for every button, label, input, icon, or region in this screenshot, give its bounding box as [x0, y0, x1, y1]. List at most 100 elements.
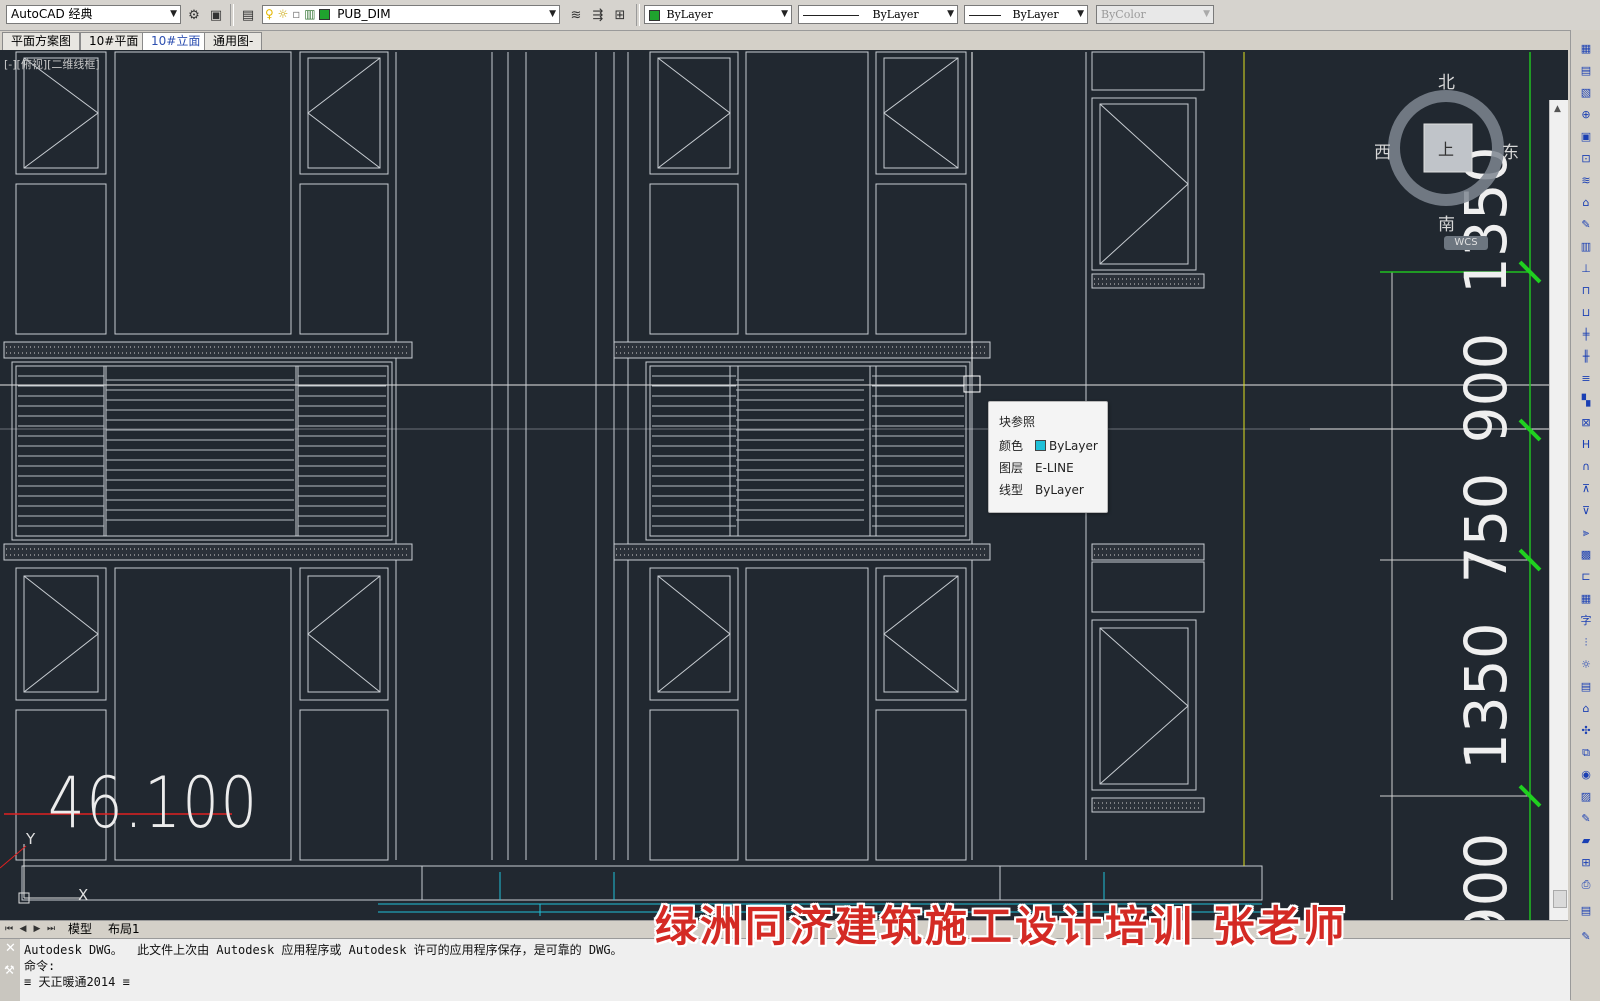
viewcube-top-face[interactable]: 上 — [1438, 136, 1454, 160]
compass-north[interactable]: 北 — [1438, 68, 1455, 93]
workspace-value: AutoCAD 经典 — [11, 7, 93, 21]
tool-icon[interactable]: ⊞ — [1579, 856, 1593, 870]
linetype-sample — [803, 14, 859, 16]
layer-states-icon[interactable]: ⊞ — [610, 5, 630, 25]
tool-icon[interactable]: ▩ — [1579, 548, 1593, 562]
tab-model[interactable]: 模型 — [64, 922, 96, 937]
layer-manager-icon[interactable]: ▤ — [238, 5, 258, 25]
tool-icon[interactable]: ✎ — [1579, 812, 1593, 826]
tool-icon[interactable]: ⊼ — [1579, 482, 1593, 496]
wcs-button[interactable]: WCS — [1444, 236, 1488, 250]
tooltip-key: 线型 — [999, 483, 1024, 497]
vertical-scrollbar[interactable]: ▲ ▼ — [1549, 100, 1568, 920]
tool-icon[interactable]: ⊽ — [1579, 504, 1593, 518]
tool-icon[interactable]: ▤ — [1579, 680, 1593, 694]
tool-icon[interactable]: ╫ — [1579, 350, 1593, 364]
drawing-canvas[interactable]: [-][俯视][二维线框] 46.100 Y X 1350 900 750 13… — [0, 50, 1568, 920]
tool-icon[interactable]: ⊡ — [1579, 152, 1593, 166]
tool-icon[interactable]: ⊏ — [1579, 570, 1593, 584]
tool-icon[interactable]: ▥ — [1579, 240, 1593, 254]
tool-icon[interactable]: ⊕ — [1579, 108, 1593, 122]
tool-icon[interactable]: ⧉ — [1579, 746, 1593, 760]
tool-icon[interactable]: ☼ — [1579, 658, 1593, 672]
sun-icon: ☼ — [277, 7, 289, 21]
wrench-icon[interactable]: ⚒ — [4, 963, 15, 977]
bulb-icon: ♀ — [265, 7, 274, 21]
file-tab-10-plan[interactable]: 10#平面 — [80, 32, 148, 50]
tool-icon[interactable]: ✎ — [1579, 218, 1593, 232]
tool-icon[interactable]: ⊔ — [1579, 306, 1593, 320]
tool-icon[interactable]: ∩ — [1579, 460, 1593, 474]
tool-icon[interactable]: ▨ — [1579, 790, 1593, 804]
prev-tab-icon[interactable]: ◀ — [18, 923, 28, 935]
tool-icon[interactable]: ⌂ — [1579, 196, 1593, 210]
close-icon[interactable]: ✕ — [5, 941, 16, 956]
layer-previous-icon[interactable]: ⇶ — [588, 5, 608, 25]
compass-west[interactable]: 西 — [1374, 138, 1391, 163]
chevron-down-icon: ▼ — [781, 9, 788, 19]
color-select[interactable]: ByLayer ▼ — [644, 5, 792, 24]
lineweight-select[interactable]: ByLayer ▼ — [964, 5, 1088, 24]
command-prompt[interactable]: 命令: — [24, 957, 55, 974]
tool-icon[interactable]: ≋ — [1579, 174, 1593, 188]
tool-icon[interactable]: ⌂ — [1579, 702, 1593, 716]
tool-icon[interactable]: ⊥ — [1579, 262, 1593, 276]
viewcube[interactable]: 北 南 东 西 上 WCS — [1370, 64, 1520, 250]
tool-icon[interactable]: ▰ — [1579, 834, 1593, 848]
x-axis-label: X — [78, 886, 89, 904]
tool-icon[interactable]: ⫸ — [1579, 526, 1593, 540]
tool-icon[interactable]: ✣ — [1579, 724, 1593, 738]
chevron-down-icon: ▼ — [1077, 9, 1084, 19]
file-tab-10-elevation[interactable]: 10#立面 — [142, 32, 210, 50]
command-window-handle[interactable]: ✕ ⚒ — [0, 939, 20, 1001]
tooltip-row-color: 颜色 ByLayer — [999, 437, 1098, 454]
right-toolbar: ▦ ▤ ▧ ⊕ ▣ ⊡ ≋ ⌂ ✎ ▥ ⊥ ⊓ ⊔ ╪ ╫ ≡ ▚ ⊠ H ∩ … — [1570, 30, 1600, 1000]
viewport-label[interactable]: [-][俯视][二维线框] — [4, 56, 100, 72]
command-history-line: Autodesk DWG。 此文件上次由 Autodesk 应用程序或 Auto… — [24, 943, 623, 957]
properties-toolbar: AutoCAD 经典 ▼ ⚙ ▣ ▤ ♀ ☼ ▫ ▥ PUB_DIM ▼ ≋ ⇶… — [0, 0, 1600, 31]
first-tab-icon[interactable]: ⏮ — [4, 923, 14, 935]
compass-south[interactable]: 南 — [1438, 210, 1455, 235]
tab-layout1[interactable]: 布局1 — [104, 922, 144, 937]
tool-icon[interactable]: H — [1579, 438, 1593, 452]
layer-select[interactable]: ♀ ☼ ▫ ▥ PUB_DIM ▼ — [262, 5, 560, 24]
tool-icon[interactable]: ▧ — [1579, 86, 1593, 100]
scroll-thumb[interactable] — [1553, 890, 1567, 908]
tooltip-row-linetype: 线型 ByLayer — [999, 481, 1084, 498]
tool-icon[interactable]: ▣ — [1579, 130, 1593, 144]
tooltip-value: E-LINE — [1035, 461, 1074, 475]
pencil-icon[interactable]: ✎ — [1579, 930, 1593, 944]
make-current-layer-icon[interactable]: ≋ — [566, 5, 586, 25]
tooltip-value: ByLayer — [1035, 483, 1084, 497]
video-caption: 绿洲同济建筑施工设计培训 张老师 — [655, 902, 1348, 951]
lock-icon: ▥ — [304, 7, 316, 21]
tool-icon[interactable]: 字 — [1579, 614, 1593, 628]
tool-icon[interactable]: ▤ — [1579, 64, 1593, 78]
elevation-text: 46.100 — [48, 762, 259, 844]
file-tab-plan-scheme[interactable]: 平面方案图 — [2, 32, 81, 50]
workspace-select[interactable]: AutoCAD 经典 ▼ — [6, 5, 181, 24]
chevron-down-icon: ▼ — [1203, 9, 1210, 19]
workspace-settings-icon[interactable]: ⚙ — [184, 5, 204, 25]
tool-icon[interactable]: ▦ — [1579, 42, 1593, 56]
last-tab-icon[interactable]: ⏭ — [46, 923, 56, 935]
toolbar-separator — [230, 4, 234, 26]
tool-icon[interactable]: ⊓ — [1579, 284, 1593, 298]
tool-icon[interactable]: ◉ — [1579, 768, 1593, 782]
tool-icon[interactable]: ⎙ — [1579, 878, 1593, 892]
tool-icon[interactable]: ▦ — [1579, 592, 1593, 606]
color-swatch — [649, 9, 660, 21]
tool-icon[interactable]: ⊠ — [1579, 416, 1593, 430]
scroll-up-icon[interactable]: ▲ — [1554, 104, 1561, 114]
customize-icon[interactable]: ▣ — [206, 5, 226, 25]
tool-icon[interactable]: ▚ — [1579, 394, 1593, 408]
tool-icon[interactable]: ╪ — [1579, 328, 1593, 342]
next-tab-icon[interactable]: ▶ — [32, 923, 42, 935]
plotstyle-select[interactable]: ByColor ▼ — [1096, 5, 1214, 24]
compass-east[interactable]: 东 — [1502, 138, 1519, 163]
file-tab-general[interactable]: 通用图- — [204, 32, 263, 50]
linetype-select[interactable]: ByLayer ▼ — [798, 5, 958, 24]
tool-icon[interactable]: ▤ — [1579, 904, 1593, 918]
tool-icon[interactable]: ⫶ — [1579, 636, 1593, 650]
tool-icon[interactable]: ≡ — [1579, 372, 1593, 386]
